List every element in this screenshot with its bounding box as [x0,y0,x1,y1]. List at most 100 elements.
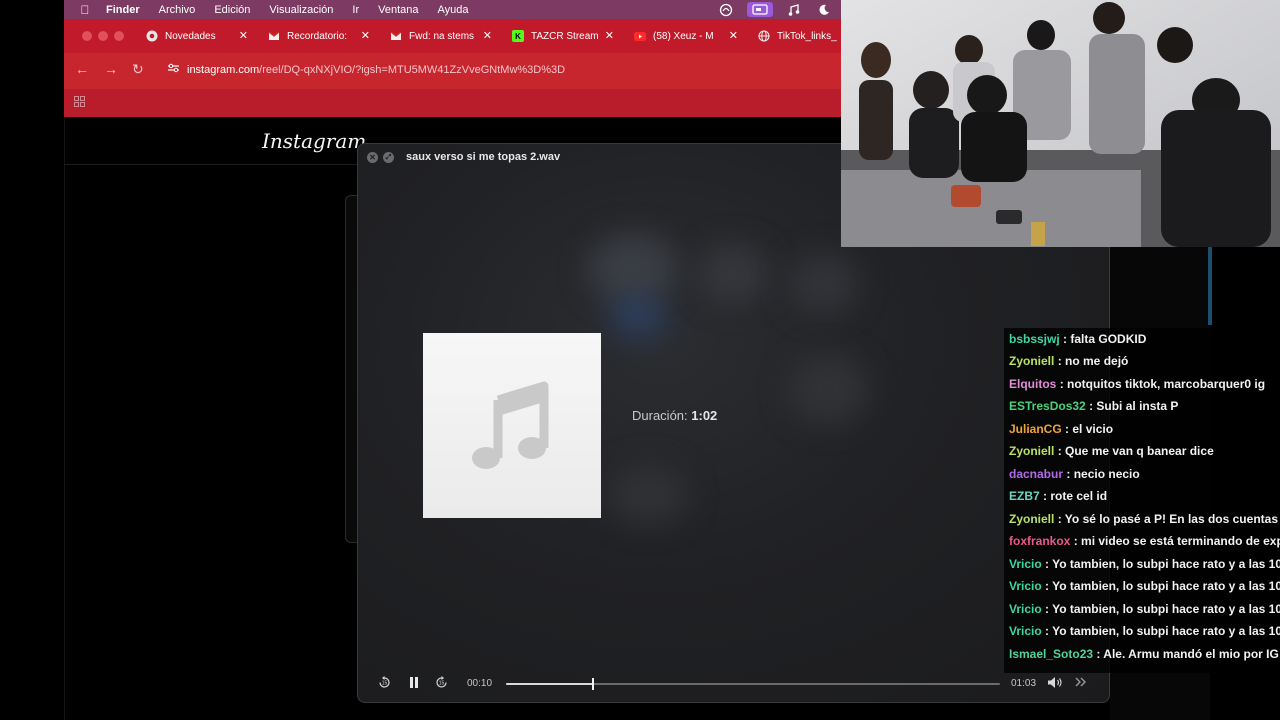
tab-fwd-na-stems[interactable]: Fwd: na stems ✕ [390,27,492,45]
music-artwork [423,333,601,518]
site-settings-icon[interactable] [168,63,179,76]
window-close-button[interactable] [82,31,92,41]
tab-label: TikTok_links_ [777,30,837,42]
status-icon-a[interactable] [717,2,735,17]
chat-message: Vricio : Yo tambien, lo subpi hace rato … [1009,602,1280,620]
tab-close-icon[interactable]: ✕ [605,29,614,42]
menu-ir[interactable]: Ir [352,4,359,16]
blurred-background [788,354,868,424]
back-arrow-icon[interactable]: ← [75,61,89,77]
chat-message: Zyoniell : Yo sé lo pasé a P! En las dos… [1009,512,1278,530]
side-panel-accent [1208,247,1212,325]
menu-app-finder[interactable]: Finder [106,4,140,16]
tab-tazcr-stream[interactable]: K TAZCR Stream ✕ [512,27,614,45]
chat-text: : Yo tambien, lo subpi hace rato y a las… [1045,624,1280,638]
chat-message: Vricio : Yo tambien, lo subpi hace rato … [1009,557,1280,575]
chat-message: Vricio : Yo tambien, lo subpi hace rato … [1009,579,1280,597]
stream-chat: bsbssjwj : falta GODKID Zyoniell : no me… [1004,328,1280,673]
url-field[interactable]: instagram.com/reel/DQ-qxNXjVIO/?igsh=MTU… [168,63,565,76]
url-host: instagram.com [187,63,260,76]
tab-close-icon[interactable]: ✕ [239,29,248,42]
chat-text: : mi video se está terminando de expor [1073,534,1280,548]
duration-value: 1:02 [691,408,718,423]
menu-ventana[interactable]: Ventana [378,4,418,16]
tab-label: Fwd: na stems [409,30,475,42]
tab-label: Novedades [165,30,216,42]
fast-forward-icon[interactable] [1074,676,1088,688]
chat-username: JulianCG [1009,422,1062,436]
apple-menu-icon[interactable]:  [78,3,92,17]
instagram-logo[interactable]: Instagram [262,129,366,153]
chat-message: foxfrankox : mi video se está terminando… [1009,534,1280,552]
url-path: /reel/DQ-qxNXjVIO/?igsh=MTU5MW41ZzVveGNt… [259,63,566,76]
chat-text: : rote cel id [1043,489,1108,503]
blurred-background [788,254,858,314]
chat-message: dacnabur : necio necio [1009,467,1140,485]
tab-close-icon[interactable]: ✕ [729,29,738,42]
chat-text: : Ale. Armu mandó el mio por IG [1096,647,1279,661]
duration-label: Duración: [632,408,688,423]
chat-message: bsbssjwj : falta GODKID [1009,332,1146,350]
close-icon[interactable]: ✕ [367,152,378,163]
browser-window: Novedades ✕ Recordatorio: ✕ Fwd: na stem… [64,19,841,117]
menu-archivo[interactable]: Archivo [159,4,196,16]
tab-close-icon[interactable]: ✕ [483,29,492,42]
chat-text: : falta GODKID [1063,332,1147,346]
playback-progress-fill [506,683,594,685]
tab-youtube-xeuz[interactable]: (58) Xeuz - M ✕ [634,27,738,45]
chat-username: Vricio [1009,602,1042,616]
tab-label: Recordatorio: [287,30,348,42]
tab-strip: Novedades ✕ Recordatorio: ✕ Fwd: na stem… [64,19,841,53]
chat-text: : notquitos tiktok, marcobarquer0 ig [1059,377,1266,391]
playback-controls: 15 15 00:10 01:03 [358,668,1109,700]
pause-button[interactable] [408,676,420,689]
menu-ayuda[interactable]: Ayuda [438,4,469,16]
blurred-background [698,244,768,304]
chat-username: Ismael_Soto23 [1009,647,1094,661]
chat-text: : Que me van q banear dice [1057,444,1214,458]
kick-icon: K [512,30,524,42]
playback-scrubber[interactable] [506,678,1000,690]
chat-text: : el vicio [1065,422,1114,436]
fullscreen-icon[interactable]: ⤢ [383,152,394,163]
chat-username: Zyoniell [1009,444,1055,458]
webcam-feed [841,0,1280,247]
total-time: 01:03 [1011,678,1037,689]
forward-arrow-icon[interactable]: → [104,61,118,77]
chat-username: Zyoniell [1009,354,1055,368]
menu-bar:  Finder Archivo Edición Visualización I… [64,0,841,19]
reload-icon[interactable]: ↻ [132,61,144,78]
tab-close-icon[interactable]: ✕ [361,29,370,42]
chat-message: Zyoniell : no me dejó [1009,354,1128,372]
chat-text: : Yo tambien, lo subpi hace rato y a las… [1045,557,1280,571]
screen:  Finder Archivo Edición Visualización I… [0,0,1280,720]
chat-username: Zyoniell [1009,512,1055,526]
chat-username: bsbssjwj [1009,332,1060,346]
menu-edicion[interactable]: Edición [214,4,250,16]
window-zoom-button[interactable] [114,31,124,41]
chat-message: Ismael_Soto23 : Ale. Armu mandó el mio p… [1009,647,1279,665]
apps-grid-icon[interactable] [74,96,85,107]
tab-tiktok-links[interactable]: TikTok_links_ [758,27,841,45]
chat-message: JulianCG : el vicio [1009,422,1113,440]
volume-icon[interactable] [1047,676,1064,689]
menu-visualizacion[interactable]: Visualización [269,4,333,16]
chat-username: EZB7 [1009,489,1040,503]
chat-username: foxfrankox [1009,534,1071,548]
playback-position-knob[interactable] [592,678,595,690]
page-edge [64,117,65,720]
screen-mirroring-icon[interactable] [747,2,773,17]
youtube-icon [634,30,646,42]
chrome-icon [146,30,158,42]
webcam-image [841,0,1280,247]
chat-text: : necio necio [1066,467,1140,481]
skip-back-15-icon[interactable]: 15 [377,675,392,690]
chat-message: Zyoniell : Que me van q banear dice [1009,444,1214,462]
window-minimize-button[interactable] [98,31,108,41]
tab-recordatorio[interactable]: Recordatorio: ✕ [268,27,370,45]
chat-text: : Yo sé lo pasé a P! En las dos cuentas [1057,512,1278,526]
music-recognition-icon[interactable] [785,2,803,17]
tab-novedades[interactable]: Novedades ✕ [146,27,248,45]
do-not-disturb-moon-icon[interactable] [815,2,833,17]
skip-forward-15-icon[interactable]: 15 [434,675,449,690]
